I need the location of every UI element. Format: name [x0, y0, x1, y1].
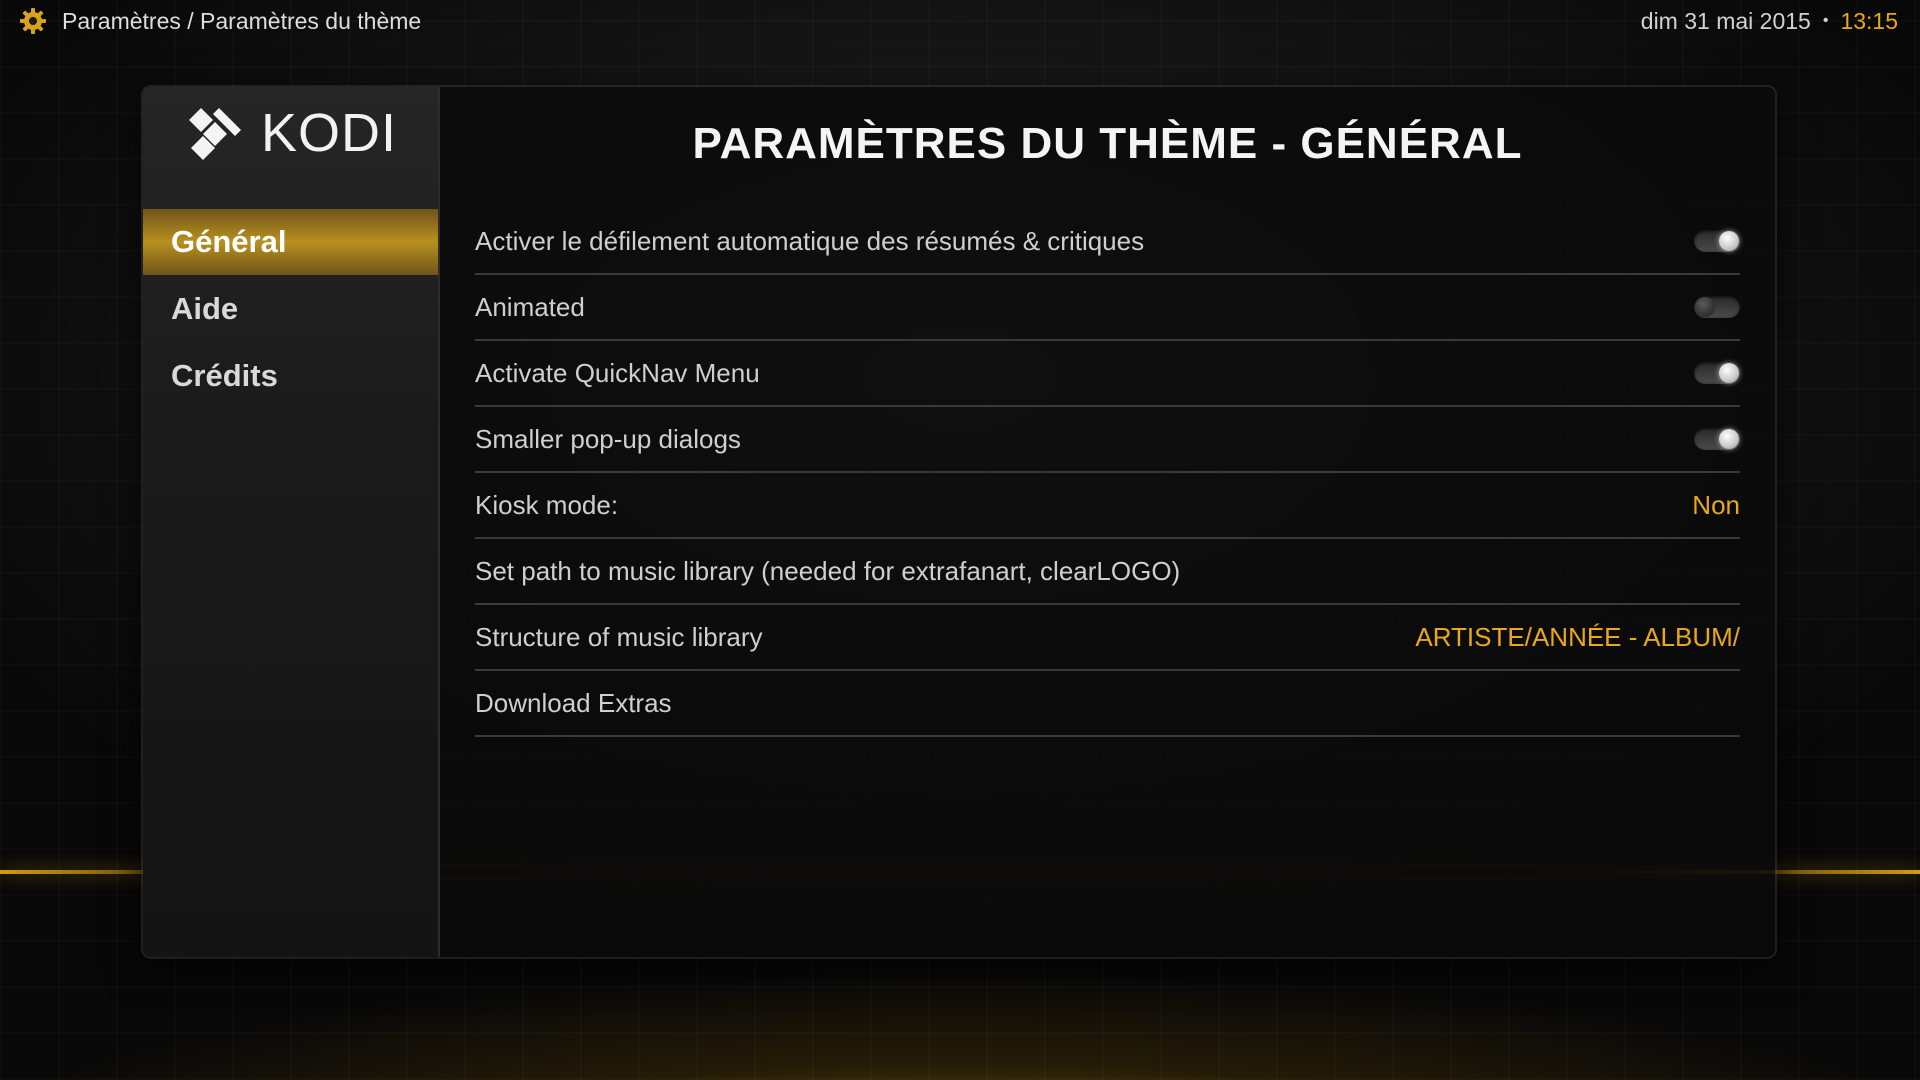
date-label: dim 31 mai 2015 — [1640, 7, 1811, 34]
toggle-knob — [1695, 297, 1715, 317]
logo-text: KODI — [261, 103, 398, 163]
smaller-dialogs-toggle[interactable] — [1694, 428, 1740, 450]
animated-toggle[interactable] — [1694, 296, 1740, 318]
date-time-separator: • — [1822, 12, 1829, 29]
setting-label: Animated — [475, 291, 585, 322]
setting-label: Download Extras — [475, 687, 672, 718]
page-title: PARAMÈTRES DU THÈME - GÉNÉRAL — [692, 119, 1523, 168]
setting-smaller-dialogs[interactable]: Smaller pop-up dialogs — [475, 407, 1740, 473]
setting-music-library-path[interactable]: Set path to music library (needed for ex… — [475, 539, 1740, 605]
time-label: 13:15 — [1840, 7, 1898, 34]
setting-label: Smaller pop-up dialogs — [475, 423, 741, 454]
setting-animated[interactable]: Animated — [475, 275, 1740, 341]
kodi-logo-icon — [189, 108, 241, 160]
setting-label: Set path to music library (needed for ex… — [475, 555, 1181, 586]
kiosk-mode-value: Non — [1692, 489, 1740, 520]
setting-label: Kiosk mode: — [475, 489, 619, 520]
setting-label: Structure of music library — [475, 621, 763, 652]
setting-quicknav[interactable]: Activate QuickNav Menu — [475, 341, 1740, 407]
music-structure-value: ARTISTE/ANNÉE - ALBUM/ — [1415, 621, 1740, 652]
settings-list: Activer le défilement automatique des ré… — [475, 209, 1740, 737]
setting-kiosk-mode[interactable]: Kiosk mode: Non — [475, 473, 1740, 539]
setting-auto-scroll[interactable]: Activer le défilement automatique des ré… — [475, 209, 1740, 275]
sidebar-item-credits[interactable]: Crédits — [143, 343, 438, 409]
clock-area: dim 31 mai 2015 • 13:15 — [1641, 6, 1898, 36]
setting-download-extras[interactable]: Download Extras — [475, 671, 1740, 737]
setting-label: Activate QuickNav Menu — [475, 357, 760, 388]
setting-music-library-structure[interactable]: Structure of music library ARTISTE/ANNÉE… — [475, 605, 1740, 671]
quicknav-toggle[interactable] — [1694, 362, 1740, 384]
sidebar-item-aide[interactable]: Aide — [143, 276, 438, 342]
toggle-knob — [1719, 363, 1739, 383]
toggle-knob — [1719, 231, 1739, 251]
sidebar-item-general[interactable]: Général — [143, 209, 438, 275]
kodi-logo: KODI — [183, 102, 397, 164]
toggle-knob — [1719, 429, 1739, 449]
settings-panel: KODI Général Aide Crédits PARAMÈTRES DU … — [143, 87, 1775, 957]
auto-scroll-toggle[interactable] — [1694, 230, 1740, 252]
sidebar-nav: Général Aide Crédits — [143, 209, 438, 409]
breadcrumb: Paramètres / Paramètres du thème — [62, 7, 422, 34]
sidebar: KODI Général Aide Crédits — [143, 87, 440, 957]
setting-label: Activer le défilement automatique des ré… — [475, 225, 1145, 256]
breadcrumb-bar: Paramètres / Paramètres du thème — [18, 6, 421, 36]
gear-icon — [20, 8, 46, 34]
settings-content: PARAMÈTRES DU THÈME - GÉNÉRAL Activer le… — [440, 87, 1775, 957]
